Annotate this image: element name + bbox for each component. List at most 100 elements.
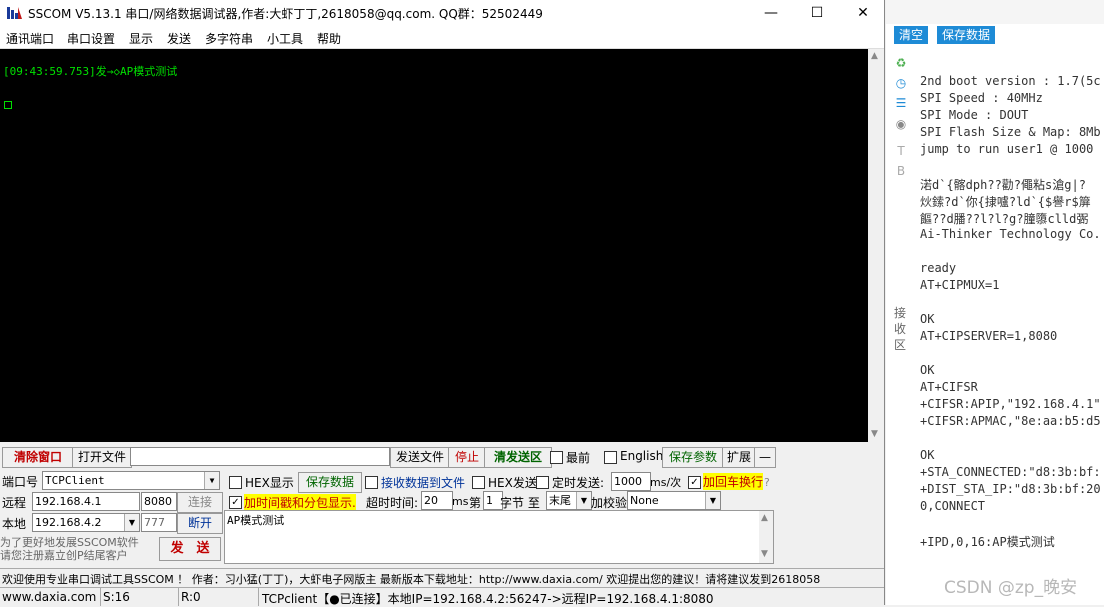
add-crlf-checkbox[interactable]: ✓ — [688, 476, 701, 489]
end-select[interactable]: 末尾 ▼ — [546, 491, 592, 510]
log-line: ready — [920, 261, 957, 275]
status-divider — [178, 588, 179, 606]
help-icon[interactable]: ? — [764, 476, 770, 489]
sscom-window: SSCOM V5.13.1 串口/网络数据调试器,作者:大虾丁丁,2618058… — [0, 0, 885, 606]
hex-send-label: HEX发送 — [488, 476, 537, 490]
log-line: SPI Mode : DOUT — [920, 108, 1029, 122]
chevron-down-icon[interactable]: ▼ — [124, 514, 139, 531]
local-label: 本地 — [2, 517, 27, 531]
clock-icon[interactable]: ◷ — [894, 76, 908, 90]
hex-display-label: HEX显示 — [245, 476, 294, 490]
log-line: 2nd boot version : 1.7(5c — [920, 74, 1101, 88]
save-data-button[interactable]: 保存数据 — [298, 472, 362, 493]
send-text: AP模式测试 — [227, 514, 285, 527]
list-icon[interactable]: ☰ — [894, 96, 908, 110]
log-line: AT+CIPMUX=1 — [920, 278, 1000, 292]
send-file-button[interactable]: 发送文件 — [390, 447, 450, 468]
status-divider — [258, 588, 259, 606]
interval-input[interactable]: 1000 — [611, 472, 651, 491]
save-params-button[interactable]: 保存参数 — [662, 447, 724, 468]
english-checkbox[interactable] — [604, 451, 617, 464]
marquee-bar: 欢迎使用专业串口调试工具SSCOM ！ 作者：习小猛(丁丁)，大虾电子网版主 最… — [0, 568, 884, 587]
stop-button[interactable]: 停止 — [448, 447, 486, 468]
local-ip-select[interactable]: 192.168.4.2 ▼ — [32, 513, 140, 532]
recv-to-file-checkbox[interactable] — [365, 476, 378, 489]
local-ip-value: 192.168.4.2 — [35, 516, 102, 529]
interval-unit: ms/次 — [650, 476, 682, 489]
end-value: 末尾 — [549, 494, 571, 507]
remote-label: 远程 — [2, 496, 27, 510]
send-scrollbar[interactable]: ▲ ▼ — [759, 511, 773, 563]
port-select[interactable]: TCPClient ▼ — [42, 471, 220, 490]
scroll-up-icon[interactable]: ▲ — [761, 513, 768, 523]
open-file-button[interactable]: 打开文件 — [72, 447, 132, 468]
log-line: +IPD,0,16:AP模式测试 — [920, 535, 1055, 549]
log-line: Ai-Thinker Technology Co. — [920, 227, 1101, 241]
connect-button[interactable]: 连接 — [177, 492, 223, 513]
toolbar: 清除窗口 打开文件 发送文件 停止 清发送区 最前 English 保存参数 扩… — [0, 447, 776, 468]
eye-icon[interactable]: ◉ — [894, 117, 908, 131]
timeout-input[interactable]: 20 — [421, 491, 453, 510]
checksum-select[interactable]: None ▼ — [627, 491, 721, 510]
bold-icon[interactable]: B — [894, 164, 908, 178]
scroll-up-icon[interactable]: ▲ — [871, 51, 878, 61]
file-path-input[interactable] — [130, 447, 390, 466]
log-line: jump to run user1 @ 1000 — [920, 142, 1094, 156]
log-line: OK — [920, 448, 935, 462]
checksum-label: 加校验 — [591, 496, 628, 510]
log-line: AT+CIPSERVER=1,8080 — [920, 329, 1058, 343]
title-bar: SSCOM V5.13.1 串口/网络数据调试器,作者:大虾丁丁,2618058… — [0, 0, 884, 26]
menu-tools[interactable]: 小工具 — [267, 30, 303, 47]
close-button[interactable]: ✕ — [840, 0, 886, 26]
port-label: 端口号 — [2, 475, 39, 489]
terminal-cursor — [4, 101, 12, 109]
byte-label: 字节 至 — [500, 496, 540, 510]
recycle-icon[interactable]: ♻ — [894, 56, 908, 70]
send-textarea[interactable]: AP模式测试 ▲ ▼ — [224, 510, 774, 564]
remote-port-input[interactable]: 8080 — [141, 492, 177, 511]
topmost-checkbox[interactable] — [550, 451, 563, 464]
timeout-label: 超时时间: — [366, 496, 419, 510]
log-line: 炏鎍?d`你{捸嚧?ld`{$譽r$箳 — [920, 195, 1091, 209]
menu-help[interactable]: 帮助 — [317, 30, 341, 47]
receive-terminal[interactable]: [09:43:59.753]发→◇AP模式测试 — [0, 49, 868, 442]
status-bar: www.daxia.com S:16 R:0 TCPclient【●已连接】本地… — [0, 587, 884, 606]
log-line: +STA_CONNECTED:"d8:3b:bf: — [920, 465, 1101, 479]
clear-send-button[interactable]: 清发送区 — [484, 447, 552, 468]
timestamp-checkbox[interactable]: ✓ — [229, 496, 242, 509]
receive-log[interactable]: 2nd boot version : 1.7(5c SPI Speed : 40M… — [920, 40, 1104, 605]
remote-ip-input[interactable]: 192.168.4.1 — [32, 492, 140, 511]
promo-text[interactable]: 为了更好地发展SSCOM软件 请您注册嘉立创P结尾客户 — [0, 536, 139, 562]
add-crlf-label: 加回车换行 — [703, 473, 764, 490]
maximize-button[interactable]: ☐ — [794, 0, 840, 26]
disconnect-button[interactable]: 断开 — [177, 513, 223, 534]
menu-serial-settings[interactable]: 串口设置 — [67, 30, 115, 47]
send-button[interactable]: 发 送 — [159, 537, 221, 561]
log-line: +DIST_STA_IP:"d8:3b:bf:20 — [920, 482, 1101, 496]
site-link[interactable]: www.daxia.com — [2, 590, 96, 604]
menu-comm-port[interactable]: 通讯端口 — [6, 30, 54, 47]
hex-display-checkbox[interactable] — [229, 476, 242, 489]
timed-send-label: 定时发送: — [552, 476, 605, 490]
expand-button[interactable]: 扩展 — [722, 447, 756, 468]
local-port-input[interactable]: 777 — [141, 513, 177, 532]
chevron-down-icon[interactable]: ▼ — [705, 492, 720, 509]
english-label: English — [620, 449, 664, 463]
receive-panel-sidebar: ♻ ◷ ☰ ◉ T B 接 收 区 — [890, 50, 914, 605]
minimize-button[interactable]: — — [748, 0, 794, 26]
menu-multi-string[interactable]: 多字符串 — [205, 30, 253, 47]
collapse-button[interactable]: — — [754, 447, 776, 468]
menu-send[interactable]: 发送 — [167, 30, 191, 47]
chevron-down-icon[interactable]: ▼ — [576, 492, 591, 509]
timed-send-checkbox[interactable] — [536, 476, 549, 489]
scroll-down-icon[interactable]: ▼ — [871, 429, 878, 439]
terminal-scrollbar[interactable]: ▲ ▼ — [868, 49, 884, 442]
log-line: AT+CIFSR — [920, 380, 978, 394]
log-line: +CIFSR:APIP,"192.168.4.1" — [920, 397, 1101, 411]
chevron-down-icon[interactable]: ▼ — [204, 472, 219, 489]
clear-window-button[interactable]: 清除窗口 — [2, 447, 74, 468]
menu-display[interactable]: 显示 — [129, 30, 153, 47]
scroll-down-icon[interactable]: ▼ — [761, 549, 768, 559]
text-icon[interactable]: T — [894, 144, 908, 158]
hex-send-checkbox[interactable] — [472, 476, 485, 489]
